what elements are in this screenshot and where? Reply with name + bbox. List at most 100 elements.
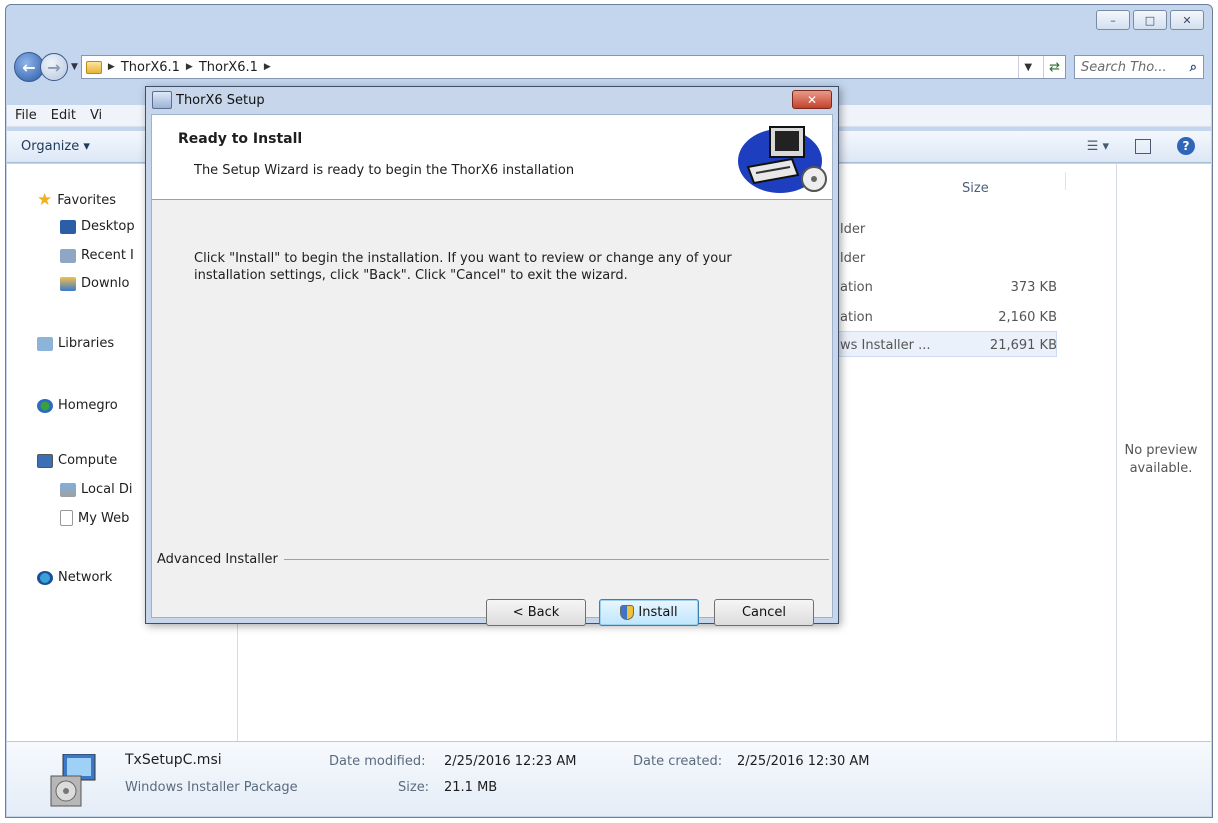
breadcrumb-separator-icon[interactable]: ▶ [264,62,271,72]
menu-view[interactable]: Vi [90,108,102,123]
file-row-type[interactable]: ation [840,280,873,295]
nav-homegroup[interactable]: Homegro [37,398,118,413]
nav-downloads[interactable]: Downlo [60,276,129,291]
dialog-title: ThorX6 Setup [176,92,265,108]
dialog-title-bar[interactable]: ThorX6 Setup [152,91,265,109]
nav-local-disk-label: Local Di [81,482,133,497]
dialog-message-line: Click "Install" to begin the installatio… [194,251,732,266]
file-type: Windows Installer Package [125,780,298,795]
star-icon: ★ [37,190,53,210]
search-input[interactable]: Search Tho... ⌕ [1074,55,1204,79]
change-view-icon[interactable]: ☰ ▾ [1087,139,1109,154]
cancel-button-label: Cancel [741,605,787,620]
file-row-type[interactable]: ation [840,310,873,325]
nav-my-web[interactable]: My Web [60,510,129,526]
organize-button[interactable]: Organize ▾ [21,139,90,154]
installer-brand: Advanced Installer [157,552,278,567]
file-row-size: 373 KB [1010,280,1057,295]
caption-buttons: – □ ✕ [1096,10,1204,30]
nav-network[interactable]: Network [37,570,112,585]
address-bar[interactable]: ▶ ThorX6.1 ▶ ThorX6.1 ▶ ▼ ⇄ [80,55,1066,79]
nav-desktop[interactable]: Desktop [60,219,135,234]
size-value: 21.1 MB [444,780,498,795]
file-row-type[interactable]: ws Installer ... [840,338,931,353]
installer-brand-line: Advanced Installer [157,552,829,567]
refresh-icon[interactable]: ⇄ [1043,56,1065,78]
minimize-button[interactable]: – [1096,10,1130,30]
dialog-heading: Ready to Install [178,131,303,147]
address-dropdown-icon[interactable]: ▼ [1018,56,1037,78]
close-window-button[interactable]: ✕ [1170,10,1204,30]
nav-recent-label: Recent I [81,248,134,263]
document-icon [60,510,73,526]
file-row-size: 2,160 KB [998,310,1057,325]
file-name: TxSetupC.msi [125,752,222,768]
details-pane: TxSetupC.msi Windows Installer Package D… [7,741,1211,816]
column-header-size[interactable]: Size [962,181,989,196]
cancel-button[interactable]: Cancel [714,599,814,626]
back-button-label: < Back [512,605,560,620]
nav-computer-label: Compute [58,453,118,468]
uac-shield-icon [620,605,635,620]
search-icon[interactable]: ⌕ [1190,60,1197,75]
nav-my-web-label: My Web [78,510,130,526]
date-modified-label: Date modified: [329,754,426,769]
breadcrumb-separator-icon[interactable]: ▶ [186,62,193,72]
nav-favorites-label: Favorites [57,192,116,208]
help-icon[interactable]: ? [1177,137,1195,155]
maximize-button[interactable]: □ [1133,10,1167,30]
nav-network-label: Network [58,570,113,585]
back-button[interactable]: < Back [486,599,586,626]
nav-computer[interactable]: Compute [37,453,117,468]
breadcrumb-separator-icon[interactable]: ▶ [108,62,115,72]
menu-file[interactable]: File [15,108,37,123]
computer-icon [37,453,53,468]
msi-package-icon [50,754,96,807]
setup-app-icon [152,91,172,109]
install-button[interactable]: Install [599,599,699,626]
recent-pages-dropdown-icon[interactable]: ▼ [71,62,78,72]
forward-arrow-icon[interactable]: → [40,53,68,81]
file-row-size: 21,691 KB [989,338,1057,353]
nav-homegroup-label: Homegro [58,398,118,413]
computer-install-icon [738,126,827,193]
network-icon [37,570,53,585]
dialog-close-button[interactable]: ✕ [792,90,832,109]
date-created-label: Date created: [633,754,723,769]
dialog-message: Click "Install" to begin the installatio… [194,250,774,284]
install-button-label: Install [638,605,678,620]
preview-pane: No preview available. [1116,164,1211,741]
dialog-header: Ready to Install The Setup Wizard is rea… [152,115,832,200]
date-modified-value: 2/25/2016 12:23 AM [444,754,577,769]
dialog-body: Ready to Install The Setup Wizard is rea… [151,114,833,626]
homegroup-icon [37,398,53,413]
date-created-value: 2/25/2016 12:30 AM [737,754,870,769]
local-disk-icon [60,482,76,497]
nav-local-disk[interactable]: Local Di [60,482,132,497]
dialog-message-line: installation settings, click "Back". Cli… [194,268,628,283]
desktop-icon [60,219,76,234]
breadcrumb-item[interactable]: ThorX6.1 [199,60,258,75]
divider [283,559,829,560]
nav-downloads-label: Downlo [81,276,130,291]
column-divider[interactable] [1065,172,1066,190]
setup-dialog: ThorX6 Setup ✕ Ready to Install The Setu… [145,86,839,626]
downloads-icon [60,276,76,291]
nav-desktop-label: Desktop [81,219,135,234]
recent-places-icon [60,248,76,263]
nav-libraries[interactable]: Libraries [37,336,114,351]
file-row-type[interactable]: lder [840,222,865,237]
search-placeholder: Search Tho... [1081,59,1167,75]
nav-libraries-label: Libraries [58,336,115,351]
preview-pane-icon[interactable] [1135,138,1151,154]
menu-edit[interactable]: Edit [51,108,76,123]
file-row-type[interactable]: lder [840,251,865,266]
breadcrumb-item[interactable]: ThorX6.1 [121,60,180,75]
nav-favorites[interactable]: ★ Favorites [37,190,116,210]
size-label: Size: [398,780,430,795]
address-row: ← → ▼ ▶ ThorX6.1 ▶ ThorX6.1 ▶ ▼ ⇄ Search… [14,51,1204,83]
folder-icon [85,60,102,74]
nav-recent[interactable]: Recent I [60,248,134,263]
dialog-subtitle: The Setup Wizard is ready to begin the T… [194,163,575,178]
libraries-icon [37,336,53,351]
